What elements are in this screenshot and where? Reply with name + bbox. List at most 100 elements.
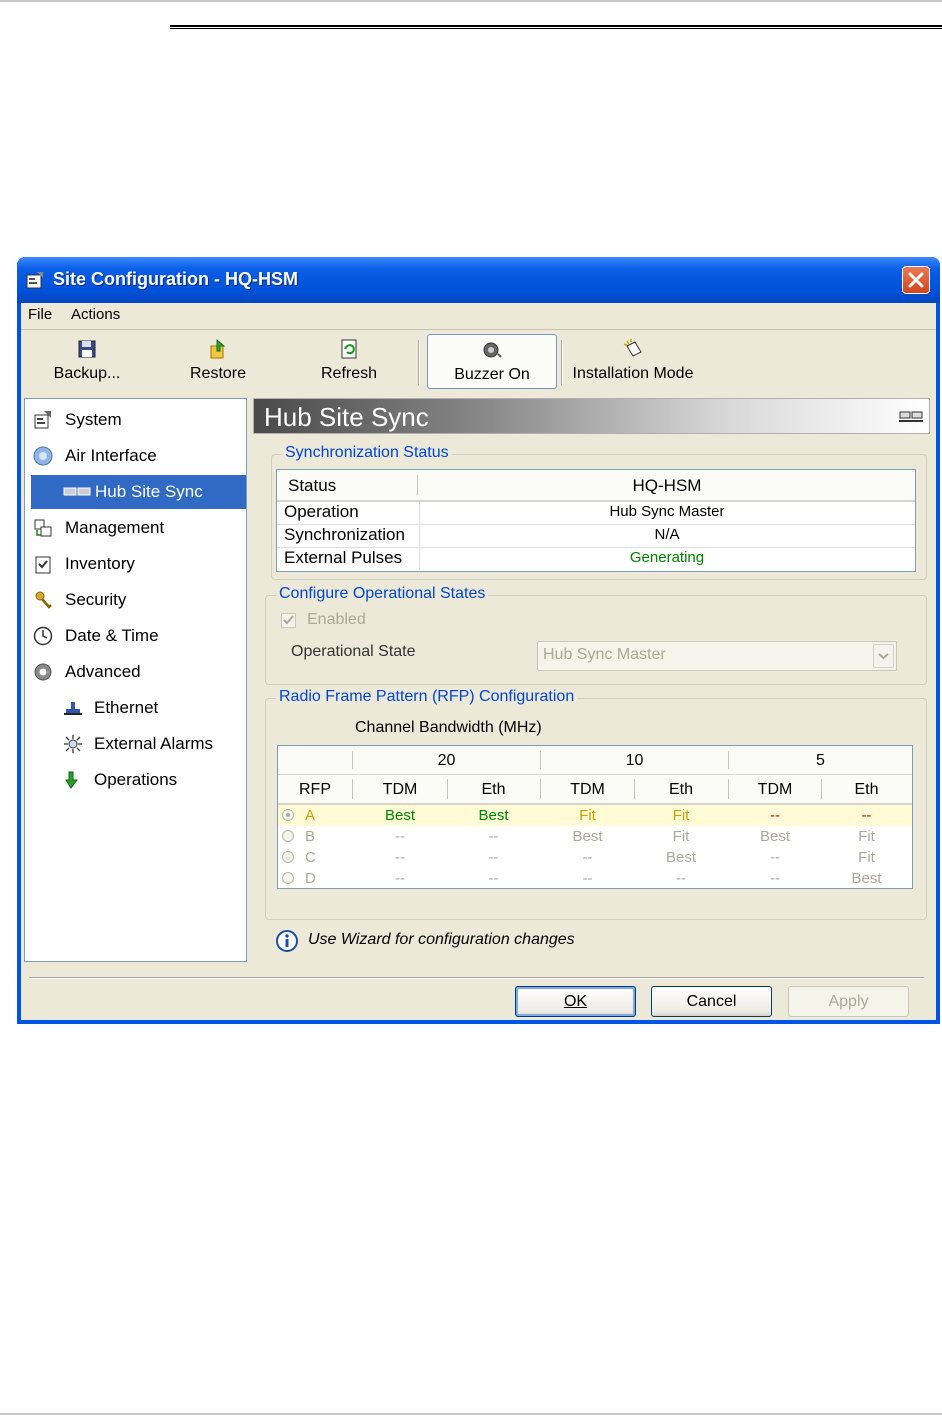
close-icon — [908, 272, 924, 288]
rfp-b-label: B — [305, 828, 316, 845]
nav-item-date-time[interactable]: Date & Time — [25, 619, 246, 653]
rfp-d-5-eth: Best — [851, 870, 882, 887]
nav-label: Air Interface — [65, 446, 157, 465]
nav-item-advanced[interactable]: Advanced — [25, 655, 246, 689]
column-header-eth: Eth — [481, 781, 506, 798]
air-interface-icon — [33, 446, 53, 466]
refresh-label: Refresh — [320, 365, 378, 382]
rfp-a-10-tdm: Fit — [579, 807, 596, 824]
operational-states-group: Configure Operational States Enabled Ope… — [265, 585, 927, 685]
menu-file[interactable]: File — [28, 306, 52, 323]
operational-state-value: Hub Sync Master — [543, 646, 666, 663]
toolbar: Backup... Restore Refresh Buzzer On Inst… — [21, 330, 936, 394]
wizard-hint: Use Wizard for configuration changes — [308, 931, 575, 948]
nav-label: Hub Site Sync — [95, 482, 203, 501]
apply-label: Apply — [828, 993, 869, 1010]
column-header-eth: Eth — [854, 781, 879, 798]
nav-label: Security — [65, 590, 127, 609]
restore-button[interactable]: Restore — [173, 334, 263, 388]
header-divider — [634, 779, 635, 799]
cancel-button[interactable]: Cancel — [651, 986, 772, 1017]
rfp-b-10-tdm: Best — [572, 828, 603, 845]
floppy-disk-icon — [78, 340, 96, 358]
sync-status-table: Status HQ-HSM Operation Hub Sync Master … — [276, 469, 916, 572]
nav-item-external-alarms[interactable]: External Alarms — [25, 727, 246, 761]
gear-icon — [34, 663, 52, 681]
ok-button[interactable]: OK — [515, 986, 636, 1017]
column-header-tdm: TDM — [382, 781, 418, 798]
enabled-label: Enabled — [307, 611, 366, 628]
nav-item-ethernet[interactable]: Ethernet — [25, 691, 246, 725]
title-bar[interactable]: Site Configuration - HQ-HSM — [17, 257, 940, 303]
close-button[interactable] — [902, 266, 930, 294]
column-header-rfp: RFP — [299, 781, 331, 798]
installation-mode-button[interactable]: Installation Mode — [569, 334, 697, 388]
clock-icon — [33, 626, 53, 646]
window-client: File Actions Backup... Restore Refresh B… — [21, 303, 936, 1020]
rfp-c-5-eth: Fit — [858, 849, 875, 866]
cancel-label: Cancel — [686, 993, 737, 1010]
menu-actions[interactable]: Actions — [71, 306, 120, 323]
nav-item-security[interactable]: Security — [25, 583, 246, 617]
column-header-tdm: TDM — [570, 781, 605, 798]
column-header-tdm: TDM — [757, 781, 793, 798]
rfp-c-10-tdm: -- — [582, 849, 593, 866]
system-icon — [34, 411, 51, 429]
nav-item-inventory[interactable]: Inventory — [25, 547, 246, 581]
security-icon — [35, 591, 52, 609]
enabled-checkbox[interactable] — [281, 613, 296, 628]
nav-item-air-interface[interactable]: Air Interface — [25, 439, 246, 473]
refresh-button[interactable]: Refresh — [306, 334, 392, 388]
rfp-table: 20 10 5 RFP TDM Eth TDM Eth TDM Eth A Be… — [277, 745, 913, 889]
rfp-configuration-title: Radio Frame Pattern (RFP) Configuration — [276, 688, 578, 706]
toolbar-separator — [418, 340, 420, 386]
buzzer-icon — [483, 342, 502, 358]
bandwidth-5: 5 — [816, 752, 825, 769]
bandwidth-10: 10 — [625, 752, 644, 769]
rfp-b-20-tdm: -- — [395, 828, 405, 845]
rfp-a-label: A — [305, 807, 316, 824]
operational-state-select[interactable]: Hub Sync Master — [537, 641, 897, 671]
arrow-down-icon — [65, 771, 78, 789]
external-pulses-value: Generating — [629, 549, 705, 566]
apply-button[interactable]: Apply — [788, 986, 909, 1017]
rfp-d-label: D — [305, 870, 316, 887]
nav-label: System — [65, 410, 122, 429]
buzzer-on-button[interactable]: Buzzer On — [427, 334, 557, 389]
nav-item-operations[interactable]: Operations — [25, 763, 246, 797]
ethernet-icon — [64, 702, 82, 715]
backup-button[interactable]: Backup... — [39, 334, 135, 388]
site-configuration-window: Site Configuration - HQ-HSM File Actions… — [17, 257, 940, 1024]
rfp-a-5-tdm: -- — [770, 807, 780, 824]
panel-title: Hub Site Sync — [264, 402, 429, 432]
synchronization-value: N/A — [654, 526, 680, 543]
sync-status-title: Synchronization Status — [282, 444, 452, 462]
rfp-configuration-group: Radio Frame Pattern (RFP) Configuration … — [265, 688, 927, 920]
installation-mode-label: Installation Mode — [572, 365, 694, 382]
rfp-b-radio[interactable] — [282, 830, 294, 842]
rfp-a-20-eth: Best — [478, 807, 509, 824]
header-divider — [352, 779, 353, 799]
rfp-d-10-eth: -- — [676, 870, 686, 887]
rfp-d-20-eth: -- — [488, 870, 499, 887]
nav-item-hub-site-sync[interactable]: Hub Site Sync — [25, 475, 246, 509]
rfp-c-radio[interactable] — [282, 851, 294, 863]
nav-item-management[interactable]: Management — [25, 511, 246, 545]
column-header-eth: Eth — [668, 781, 693, 798]
check-icon — [283, 615, 294, 625]
rfp-c-10-eth: Best — [665, 849, 696, 866]
rfp-d-10-tdm: -- — [582, 870, 593, 887]
rfp-d-radio[interactable] — [282, 872, 294, 884]
hub-site-sync-panel: Hub Site Sync Synchronization Status Sta… — [253, 398, 933, 962]
row-label-synchronization: Synchronization — [284, 525, 405, 544]
rfp-a-radio[interactable] — [282, 809, 294, 821]
header-divider — [728, 779, 729, 799]
page-top-rule — [0, 0, 942, 2]
channel-bandwidth-label: Channel Bandwidth (MHz) — [355, 719, 542, 736]
nav-item-system[interactable]: System — [25, 403, 246, 437]
page-header-rule-thin — [170, 28, 942, 29]
menu-bar: File Actions — [21, 303, 936, 330]
header-divider — [540, 779, 541, 799]
dropdown-button[interactable] — [873, 644, 894, 668]
unit-column-header: HQ-HSM — [632, 476, 702, 495]
